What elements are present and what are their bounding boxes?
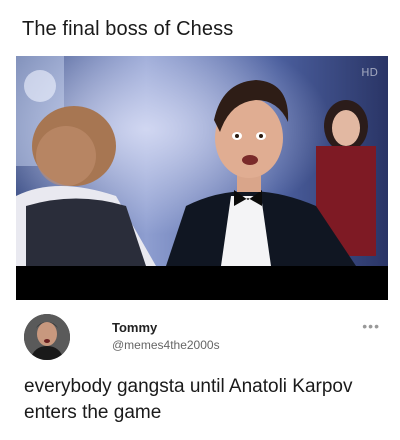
video-frame[interactable]: HD [16, 56, 388, 300]
post-caption: The final boss of Chess [22, 18, 234, 40]
tweet-author-handle[interactable]: @memes4the2000s [112, 338, 220, 352]
tweet-text: everybody gangsta until Anatoli Karpov e… [24, 376, 353, 423]
video-watermark: HD [361, 66, 378, 79]
tweet-author-name[interactable]: Tommy [112, 320, 157, 335]
avatar[interactable] [24, 314, 70, 360]
more-icon[interactable]: ••• [362, 318, 380, 334]
tv-show-still-image [16, 56, 388, 300]
embedded-tweet[interactable]: Tommy @memes4the2000s ••• everybody gang… [18, 312, 384, 432]
avatar-image [24, 314, 70, 360]
